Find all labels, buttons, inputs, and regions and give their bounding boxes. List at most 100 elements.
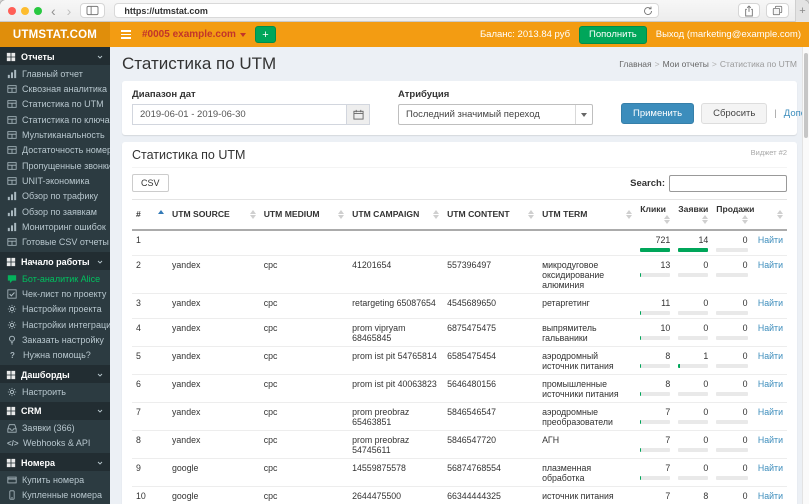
cell-content: 56874768554 <box>443 458 539 487</box>
sidebar-item[interactable]: Обзор по заявкам <box>0 204 110 219</box>
clicks-bar <box>640 336 671 340</box>
sidebar-item[interactable]: ? Нужна помощь? <box>0 348 110 363</box>
inbox-icon <box>7 423 17 433</box>
column-header[interactable]: UTM CONTENT <box>443 199 539 231</box>
sidebar-item[interactable]: Настройки проекта <box>0 302 110 317</box>
sidebar-item[interactable]: Статистика по ключам <box>0 112 110 127</box>
sidebar-item[interactable]: Обзор по трафику <box>0 189 110 204</box>
sidebar-item[interactable]: </> Webhooks & API <box>0 436 110 451</box>
find-link[interactable]: Найти <box>758 351 783 361</box>
sidebar-item[interactable]: Настройки интеграций <box>0 317 110 332</box>
sidebar-item[interactable]: Статистика по UTM <box>0 97 110 112</box>
cell-medium: cpc <box>259 293 349 319</box>
sidebar-toggle-icon[interactable] <box>80 3 106 18</box>
date-range-input[interactable] <box>132 104 347 125</box>
share-icon[interactable] <box>738 3 760 18</box>
find-link[interactable]: Найти <box>758 379 783 389</box>
column-header[interactable]: Продажи <box>712 199 754 231</box>
sidebar-item[interactable]: Купить номера <box>0 472 110 487</box>
cell-leads: 0 <box>674 402 713 431</box>
sidebar-item[interactable]: Заявки (366) <box>0 421 110 436</box>
sidebar-item[interactable]: Бот-аналитик Alice <box>0 271 110 286</box>
sidebar-item[interactable]: Заказать настройку <box>0 333 110 348</box>
attribution-select[interactable]: Последний значимый переход <box>398 104 593 125</box>
cell-clicks: 10 <box>636 318 675 347</box>
tabs-icon[interactable] <box>766 3 789 18</box>
sidebar-item[interactable]: Достаточность номеров <box>0 143 110 158</box>
sidebar-item[interactable]: Готовые CSV отчеты <box>0 235 110 250</box>
sales-bar <box>716 420 748 424</box>
window-minimize-button[interactable] <box>21 6 29 15</box>
add-project-button[interactable]: + <box>254 26 276 43</box>
sidebar-item-label: Статистика по ключам <box>22 114 110 125</box>
cell-clicks: 721 <box>636 230 675 256</box>
hamburger-menu-icon[interactable] <box>110 30 142 39</box>
cell-source: yandex <box>168 374 260 403</box>
browser-back-button[interactable]: ‹ <box>49 4 58 18</box>
column-header[interactable] <box>751 199 787 231</box>
sidebar-item[interactable]: Чек-лист по проекту <box>0 286 110 301</box>
table-row: 2 yandex cpc 41201654 557396497 микродуговое … <box>132 255 787 294</box>
apply-button[interactable]: Применить <box>621 103 695 124</box>
window-zoom-button[interactable] <box>34 6 42 15</box>
find-link[interactable]: Найти <box>758 435 783 445</box>
find-link[interactable]: Найти <box>758 298 783 308</box>
cell-campaign <box>348 230 444 256</box>
find-link[interactable]: Найти <box>758 323 783 333</box>
breadcrumb-reports[interactable]: Мои отчеты <box>663 59 709 69</box>
cell-medium <box>259 230 349 256</box>
find-link[interactable]: Найти <box>758 463 783 473</box>
calendar-icon[interactable] <box>347 104 370 125</box>
sidebar-item[interactable]: Мультиканальность <box>0 127 110 142</box>
column-header[interactable]: # <box>132 199 169 231</box>
reset-button[interactable]: Сбросить <box>701 103 768 124</box>
find-link[interactable]: Найти <box>758 235 783 245</box>
breadcrumb-home[interactable]: Главная <box>619 59 651 69</box>
sidebar-section[interactable]: Начало работы <box>0 252 110 270</box>
find-link[interactable]: Найти <box>758 407 783 417</box>
topup-button[interactable]: Пополнить <box>579 25 647 44</box>
new-tab-button[interactable]: + <box>795 0 809 22</box>
column-header[interactable]: Заявки <box>674 199 713 231</box>
app-logo[interactable]: UTMSTAT.COM <box>0 22 110 47</box>
column-header[interactable]: UTM SOURCE <box>168 199 260 231</box>
cell-leads: 14 <box>674 230 713 256</box>
find-link[interactable]: Найти <box>758 491 783 501</box>
column-header[interactable]: UTM MEDIUM <box>259 199 349 231</box>
leads-bar <box>678 420 709 424</box>
sidebar-section[interactable]: Отчеты <box>0 47 110 65</box>
leads-bar <box>678 392 709 396</box>
reload-icon[interactable] <box>643 6 653 16</box>
column-header[interactable]: Клики <box>636 199 675 231</box>
browser-forward-button[interactable]: › <box>65 4 74 18</box>
logout-link[interactable]: Выход (marketing@example.com) <box>656 29 801 40</box>
sidebar-item[interactable]: Настроить <box>0 384 110 399</box>
column-header[interactable]: UTM CAMPAIGN <box>348 199 444 231</box>
sidebar-item[interactable]: Купленные номера <box>0 488 110 503</box>
csv-export-button[interactable]: CSV <box>132 174 169 192</box>
url-text: https://utmstat.com <box>124 5 208 16</box>
scrollbar-thumb[interactable] <box>804 53 808 138</box>
cell-term: микродуговое оксидирование алюминия <box>538 255 637 294</box>
sidebar-item[interactable]: Пропущенные звонки <box>0 158 110 173</box>
sidebar-item[interactable]: UNIT-экономика <box>0 173 110 188</box>
sidebar-section[interactable]: Номера <box>0 453 110 471</box>
table-icon <box>7 130 17 140</box>
sidebar-item[interactable]: Главный отчет <box>0 66 110 81</box>
sidebar-section[interactable]: Дашборды <box>0 365 110 383</box>
address-bar[interactable]: https://utmstat.com <box>114 3 660 18</box>
sidebar-item[interactable]: Мониторинг ошибок <box>0 219 110 234</box>
sidebar: Отчеты Главный отчет Сквозная аналитика Ста… <box>0 47 110 504</box>
clicks-bar <box>640 311 671 315</box>
page-scrollbar[interactable] <box>802 47 809 504</box>
cell-medium: cpc <box>259 458 349 487</box>
search-input[interactable] <box>669 174 787 192</box>
leads-bar <box>678 476 709 480</box>
window-close-button[interactable] <box>8 6 16 15</box>
project-selector[interactable]: #0005 example.com <box>142 29 246 40</box>
find-link[interactable]: Найти <box>758 260 783 270</box>
sidebar-item[interactable]: Сквозная аналитика <box>0 81 110 96</box>
column-header[interactable]: UTM TERM <box>538 199 637 231</box>
cell-content: 557396497 <box>443 255 539 294</box>
sidebar-section[interactable]: CRM <box>0 402 110 420</box>
